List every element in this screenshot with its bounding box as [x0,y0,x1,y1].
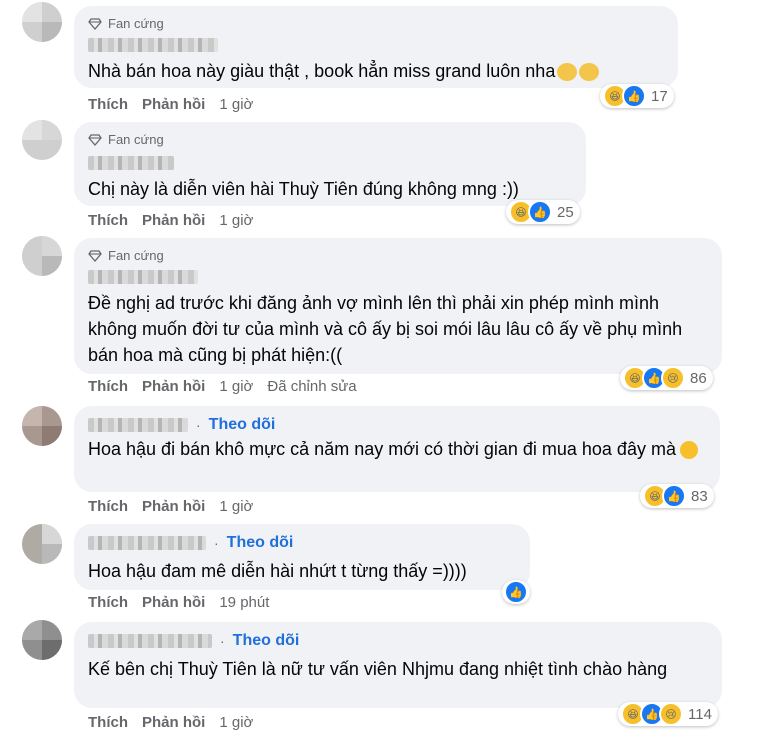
badge-label: Fan cứng [108,16,164,31]
follow-button[interactable]: Theo dõi [227,534,294,552]
comment-3: Fan cứng Đề nghị ad trước khi đăng ảnh v… [0,234,780,400]
commenter-name[interactable] [88,156,174,170]
separator-dot: · [196,417,201,433]
reaction-summary[interactable]: 😆 👍 83 [640,484,714,508]
separator-dot: · [220,633,225,649]
timestamp[interactable]: 1 giờ [219,378,253,395]
comment-text: Hoa hậu đam mê diễn hài nhứt t từng thấy… [88,561,467,581]
comment-text: Đề nghị ad trước khi đăng ảnh vợ mình lê… [88,293,683,365]
reaction-count: 86 [690,369,707,387]
comment-2: Fan cứng Chị này là diễn viên hài Thuỳ T… [0,118,780,234]
like-button[interactable]: Thích [88,714,128,731]
reply-button[interactable]: Phản hồi [142,714,205,731]
comment-bubble: Fan cứng Đề nghị ad trước khi đăng ảnh v… [74,238,722,374]
avatar[interactable] [22,406,62,446]
reply-button[interactable]: Phản hồi [142,498,205,515]
comment-4: · Theo dõi Hoa hậu đi bán khô mực cả năm… [0,400,780,518]
avatar[interactable] [22,620,62,660]
separator-dot: · [214,535,219,551]
comment-5: · Theo dõi Hoa hậu đam mê diễn hài nhứt … [0,520,780,616]
comment-bubble: · Theo dõi Kế bên chị Thuỳ Tiên là nữ tư… [74,622,722,708]
like-icon: 👍 [504,580,528,604]
like-icon: 👍 [662,484,686,508]
comment-bubble: · Theo dõi Hoa hậu đam mê diễn hài nhứt … [74,524,530,590]
reply-button[interactable]: Phản hồi [142,594,205,611]
timestamp[interactable]: 1 giờ [219,498,253,515]
avatar[interactable] [22,120,62,160]
sad-icon: 😢 [661,366,685,390]
reaction-summary[interactable]: 😆 👍 😢 86 [620,366,713,390]
reaction-count: 114 [688,705,712,723]
avatar[interactable] [22,524,62,564]
reaction-count: 25 [557,203,574,221]
comment-6: · Theo dõi Kế bên chị Thuỳ Tiên là nữ tư… [0,616,780,734]
reaction-summary[interactable]: 😆 👍 25 [506,200,580,224]
reply-button[interactable]: Phản hồi [142,378,205,395]
comment-bubble: Fan cứng Nhà bán hoa này giàu thật , boo… [74,6,678,88]
timestamp[interactable]: 1 giờ [219,212,253,229]
sad-icon: 😢 [659,702,683,726]
comment-text: Hoa hậu đi bán khô mực cả năm nay mới có… [88,439,676,459]
clap-emoji-icon [557,63,578,82]
reaction-summary[interactable]: 👍 [502,580,530,604]
diamond-icon [88,249,102,262]
commenter-name[interactable] [88,634,212,648]
fan-badge: Fan cứng [88,16,164,31]
reply-button[interactable]: Phản hồi [142,212,205,229]
reaction-summary[interactable]: 😆 👍 17 [600,84,674,108]
like-button[interactable]: Thích [88,378,128,395]
timestamp[interactable]: 19 phút [219,594,269,611]
like-button[interactable]: Thích [88,212,128,229]
reaction-count: 83 [691,487,708,505]
sweat-emoji-icon [679,441,698,460]
fan-badge: Fan cứng [88,132,164,147]
follow-button[interactable]: Theo dõi [233,632,300,650]
comment-bubble: · Theo dõi Hoa hậu đi bán khô mực cả năm… [74,406,720,492]
commenter-name[interactable] [88,38,218,52]
avatar[interactable] [22,2,62,42]
like-icon: 👍 [528,200,552,224]
comment-text: Chị này là diễn viên hài Thuỳ Tiên đúng … [88,179,519,199]
reaction-count: 17 [651,87,668,105]
comment-text: Nhà bán hoa này giàu thật , book hẳn mis… [88,61,556,81]
timestamp[interactable]: 1 giờ [219,96,253,113]
reply-button[interactable]: Phản hồi [142,96,205,113]
commenter-name[interactable] [88,270,198,284]
fan-badge: Fan cứng [88,248,164,263]
badge-label: Fan cứng [108,248,164,263]
like-button[interactable]: Thích [88,498,128,515]
clap-emoji-icon [579,63,600,82]
avatar[interactable] [22,236,62,276]
like-icon: 👍 [622,84,646,108]
reaction-summary[interactable]: 😆 👍 😢 114 [618,702,718,726]
badge-label: Fan cứng [108,132,164,147]
like-button[interactable]: Thích [88,96,128,113]
diamond-icon [88,17,102,30]
diamond-icon [88,133,102,146]
commenter-name[interactable] [88,418,188,432]
comment-text: Kế bên chị Thuỳ Tiên là nữ tư vấn viên N… [88,659,668,679]
edited-label[interactable]: Đã chỉnh sửa [267,378,356,395]
timestamp[interactable]: 1 giờ [219,714,253,731]
comment-bubble: Fan cứng Chị này là diễn viên hài Thuỳ T… [74,122,586,206]
commenter-name[interactable] [88,536,206,550]
like-button[interactable]: Thích [88,594,128,611]
follow-button[interactable]: Theo dõi [209,416,276,434]
comment-1: Fan cứng Nhà bán hoa này giàu thật , boo… [0,0,780,118]
